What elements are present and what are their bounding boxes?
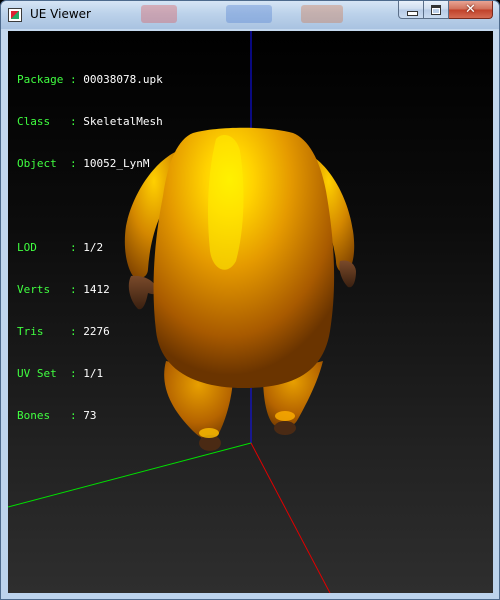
info-label: Bones [17,409,51,422]
info-label: UV Set [17,367,57,380]
info-label: Class [17,115,51,128]
info-value: 10052_LynM [83,157,150,170]
info-label: Object [17,157,57,170]
window-controls: ✕ [398,1,493,21]
info-label: Package [17,73,64,86]
app-window: UE Viewer ✕ Package: 00038078.upk Class… [0,0,500,600]
window-title: UE Viewer [30,7,91,21]
app-icon [8,8,22,22]
info-value: 1/1 [83,367,104,380]
info-value: 1/2 [83,241,104,254]
right-foot [274,421,296,435]
info-row-package: Package : 00038078.upk [17,73,163,87]
info-row-class: Class : SkeletalMesh [17,115,163,129]
close-icon: ✕ [465,2,476,17]
info-row-bones: Bones : 73 [17,409,163,423]
info-sep: : [36,241,84,254]
maximize-button[interactable] [424,1,449,19]
mesh-info-overlay: Package : 00038078.upk Class : SkeletalM… [17,45,163,451]
info-value: SkeletalMesh [83,115,163,128]
minimize-icon [407,11,418,16]
right-ankle-highlight [275,411,295,421]
info-value: 00038078.upk [83,73,163,86]
minimize-button[interactable] [398,1,424,19]
info-row-verts: Verts : 1412 [17,283,163,297]
info-sep: : [63,73,84,86]
y-axis [8,442,252,508]
info-value: 2276 [83,325,110,338]
info-label: LOD [17,241,37,254]
info-sep: : [50,409,84,422]
info-value: 73 [83,409,97,422]
right-hand [339,260,356,288]
title-bar[interactable]: UE Viewer ✕ [1,1,499,29]
torso [153,127,335,389]
maximize-icon [431,5,441,15]
info-sep: : [43,325,84,338]
close-button[interactable]: ✕ [449,1,493,19]
info-value: 1412 [83,283,110,296]
left-ankle-highlight [199,428,219,438]
info-row-uvset: UV Set : 1/1 [17,367,163,381]
info-sep: : [56,157,84,170]
info-sep: : [50,283,84,296]
info-sep: : [56,367,84,380]
info-row-object: Object : 10052_LynM [17,157,163,171]
info-label: Verts [17,283,51,296]
3d-viewport[interactable]: Package : 00038078.upk Class : SkeletalM… [8,31,493,593]
x-axis [250,442,331,593]
info-row-lod: LOD : 1/2 [17,241,163,255]
info-label: Tris [17,325,44,338]
info-row-tris: Tris : 2276 [17,325,163,339]
info-sep: : [50,115,84,128]
torso-highlight [208,135,244,270]
